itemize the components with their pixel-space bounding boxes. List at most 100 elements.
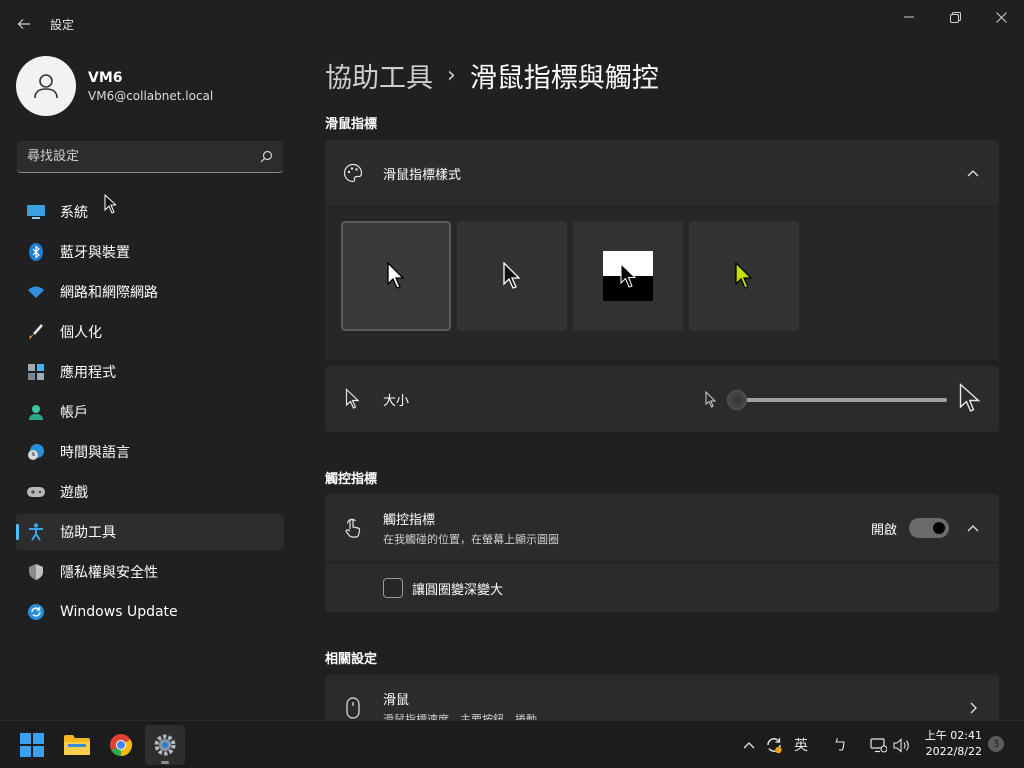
pointer-size-slider-track[interactable] [737,398,947,402]
maximize-button[interactable] [932,4,978,30]
breadcrumb: 協助工具 › 滑鼠指標與觸控 [325,56,659,95]
sidebar-item-accessibility[interactable]: 協助工具 [16,514,284,550]
mouse-settings-label: 滑鼠 [383,693,410,708]
accessibility-icon [26,522,46,542]
back-button[interactable] [10,10,38,38]
sidebar-item-windows-update[interactable]: Windows Update [16,594,284,630]
user-profile[interactable]: VM6 VM6@collabnet.local [16,56,213,116]
breadcrumb-separator: › [447,63,456,88]
start-button[interactable] [12,725,52,765]
gamepad-icon [26,482,46,502]
mouse-cursor-icon [104,194,116,214]
shield-icon [26,562,46,582]
search-input[interactable] [27,149,260,164]
pointer-style-white[interactable] [341,221,451,331]
sidebar-item-label: 系統 [60,205,88,221]
sidebar-item-label: 帳戶 [60,405,88,421]
touch-icon [341,516,365,540]
person-icon [34,74,58,99]
sidebar-item-bluetooth[interactable]: 藍牙與裝置 [16,234,284,270]
sidebar-item-label: 遊戲 [60,485,88,501]
breadcrumb-parent[interactable]: 協助工具 [325,56,433,95]
small-pointer-icon [705,391,717,408]
ime-mode-indicator[interactable]: ㄅ [830,735,850,755]
sidebar-item-label: 個人化 [60,325,102,341]
pointer-style-expander-header[interactable]: 滑鼠指標樣式 [325,140,999,206]
taskbar-settings[interactable] [145,725,185,765]
pointer-style-black[interactable] [457,221,567,331]
notification-count-badge[interactable]: 3 [988,736,1004,752]
sidebar-item-personalization[interactable]: 個人化 [16,314,284,350]
section-heading-touch: 觸控指標 [325,472,378,487]
darker-circle-option[interactable]: 讓圓圈變深變大 [383,578,503,598]
section-heading-related: 相關設定 [325,652,378,667]
pointer-style-options [325,207,999,360]
sidebar-item-network[interactable]: 網路和網際網路 [16,274,284,310]
chevron-right-icon[interactable] [963,698,983,718]
file-explorer-icon [64,735,90,755]
taskbar-clock[interactable]: 上午 02:41 2022/8/22 [918,728,982,760]
pointer-style-label: 滑鼠指標樣式 [383,167,462,183]
sync-icon [767,738,782,754]
sidebar-item-accounts[interactable]: 帳戶 [16,394,284,430]
app-title: 設定 [50,18,75,32]
touch-indicator-expander-header[interactable]: 觸控指標 在我觸碰的位置，在螢幕上顯示圓圈 開啟 [325,494,999,562]
lime-pointer-icon [735,262,753,289]
wifi-icon [26,282,46,302]
minimize-icon [904,16,914,18]
sidebar-nav: 系統 藍牙與裝置 網路和網際網路 個人化 應用程式 帳戶 時間與語言 遊戲 協助… [16,194,284,634]
restore-icon [949,11,961,23]
search-icon[interactable] [260,150,273,163]
clock-date: 2022/8/22 [925,745,982,758]
taskbar-file-explorer[interactable] [57,725,97,765]
pointer-style-inverted[interactable] [573,221,683,331]
page-title: 滑鼠指標與觸控 [469,63,659,94]
mouse-settings-link[interactable]: 滑鼠 滑鼠指標速度，主要按鈕，捲動 [325,675,999,720]
avatar [16,56,76,116]
close-button[interactable] [978,4,1024,30]
toggle-knob [933,522,945,534]
chevron-up-icon[interactable] [963,163,983,183]
network-icon[interactable] [868,735,888,755]
show-hidden-icons-button[interactable] [740,735,758,755]
touch-indicator-toggle[interactable] [909,518,949,538]
minimize-button[interactable] [886,4,932,30]
taskbar-chrome[interactable] [101,725,141,765]
profile-email: VM6@collabnet.local [88,88,214,103]
chevron-up-icon[interactable] [963,518,983,538]
pointer-style-custom[interactable] [689,221,799,331]
person-icon [26,402,46,422]
palette-icon [341,161,365,185]
pointer-size-label: 大小 [383,393,410,409]
ime-language-indicator[interactable]: 英 [790,735,812,755]
search-box[interactable] [17,141,283,173]
apps-icon [26,362,46,382]
sidebar-item-label: 藍牙與裝置 [60,245,130,261]
pointer-icon [341,387,365,411]
darker-circle-checkbox[interactable] [383,578,403,598]
sidebar-item-gaming[interactable]: 遊戲 [16,474,284,510]
clock-time: 上午 02:41 [924,729,982,742]
black-pointer-icon [503,262,521,289]
touch-indicator-options: 讓圓圈變深變大 [325,562,999,612]
pointer-size-slider-thumb[interactable] [727,390,747,410]
inverted-pointer-icon [620,263,636,288]
sidebar-item-label: 隱私權與安全性 [60,565,158,581]
sidebar-item-label: 網路和網際網路 [60,285,158,301]
settings-icon [154,734,176,756]
sidebar-item-apps[interactable]: 應用程式 [16,354,284,390]
sidebar-item-label: 協助工具 [60,525,116,541]
sidebar-item-system[interactable]: 系統 [16,194,284,230]
sidebar-item-privacy[interactable]: 隱私權與安全性 [16,554,284,590]
sidebar-item-label: Windows Update [60,604,178,620]
start-icon [20,733,44,757]
volume-icon[interactable] [892,735,912,755]
white-pointer-icon [387,262,405,289]
sidebar-item-label: 時間與語言 [60,445,130,461]
section-heading-mouse-pointer: 滑鼠指標 [325,117,378,132]
taskbar: 英 ㄅ 上午 02:41 2022/8/22 [0,720,1024,768]
tray-sync-app[interactable] [763,735,785,755]
sidebar-item-time-language[interactable]: 時間與語言 [16,434,284,470]
brush-icon [26,322,46,342]
close-icon [995,11,1007,23]
